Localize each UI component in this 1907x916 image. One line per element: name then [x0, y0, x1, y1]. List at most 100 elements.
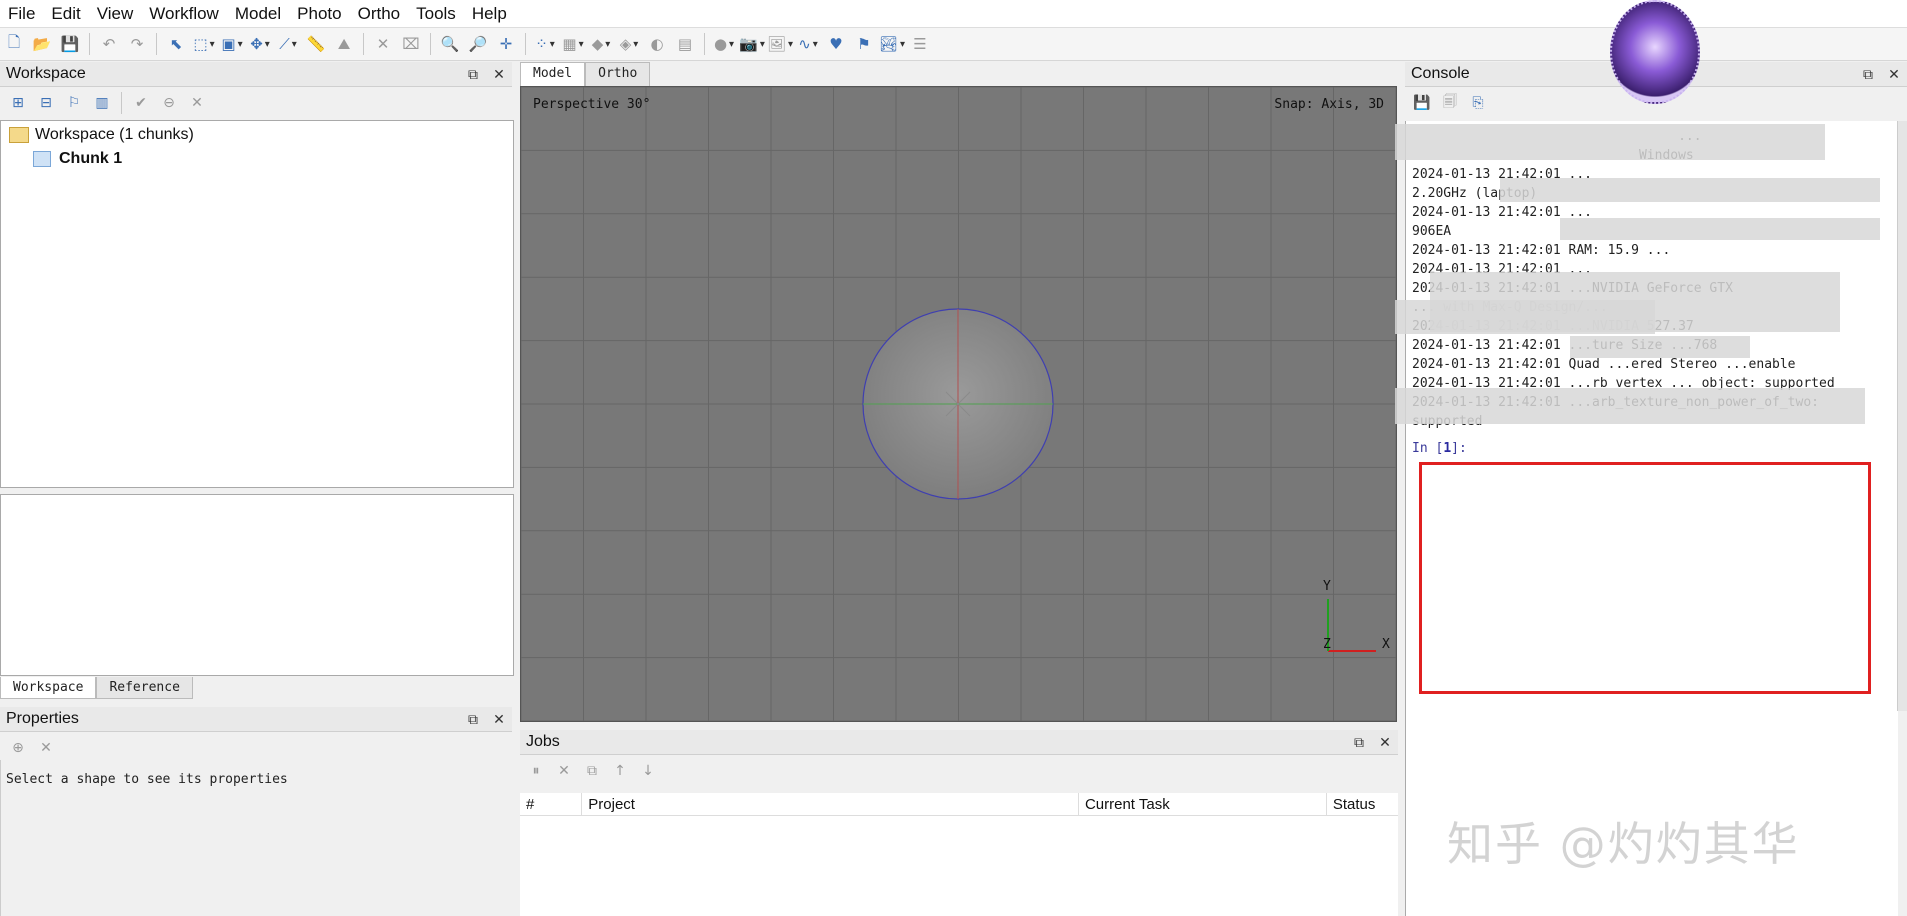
close-icon[interactable]: ✕ [1372, 734, 1398, 751]
save-log-icon[interactable]: 💾 [1411, 92, 1433, 114]
col-status[interactable]: Status [1327, 793, 1398, 815]
menu-model[interactable]: Model [227, 4, 289, 24]
properties-message: Select a shape to see its properties [6, 772, 288, 787]
clear-log-icon[interactable]: 🗐 [1439, 92, 1461, 114]
tab-reference[interactable]: Reference [96, 677, 193, 699]
texture-icon[interactable]: ◐ [646, 33, 668, 55]
pan-icon[interactable]: ✛ [495, 33, 517, 55]
tab-workspace[interactable]: Workspace [0, 677, 97, 699]
move-up-icon[interactable]: ↑ [609, 760, 631, 782]
image-icon[interactable]: 🏞 [879, 33, 903, 55]
float-icon[interactable]: ⧉ [1346, 734, 1372, 751]
shapes-icon[interactable]: ∿ [797, 33, 819, 55]
menu-view[interactable]: View [89, 4, 142, 24]
axis-y-label: Y [1323, 579, 1331, 594]
menu-file[interactable]: File [0, 4, 43, 24]
rectangle-select-icon[interactable]: ⬚ [193, 33, 215, 55]
move-icon[interactable]: ✥ [249, 33, 271, 55]
console-scrollbar[interactable] [1897, 121, 1907, 711]
dem-icon[interactable]: ▤ [674, 33, 696, 55]
crop-icon[interactable]: ⌧ [400, 33, 422, 55]
copy-icon[interactable]: ⧉ [581, 760, 603, 782]
delete-icon[interactable]: ✕ [372, 33, 394, 55]
toolbar-separator [156, 33, 157, 55]
console-prompt[interactable]: In [1]: [1406, 441, 1898, 456]
redo-icon[interactable]: ↷ [126, 33, 148, 55]
console-line: 2024-01-13 21:42:01 RAM: 15.9 ... [1412, 243, 1671, 258]
workspace-root-item[interactable]: Workspace (1 chunks) [1, 123, 513, 147]
chunk-icon [33, 151, 51, 167]
add-folder-icon[interactable]: ▥ [91, 92, 113, 114]
redaction-blur [1560, 218, 1880, 240]
point-cloud-icon[interactable]: ⁘ [534, 33, 556, 55]
properties-panel-header: Properties ⧉ ✕ [0, 707, 512, 732]
add-property-icon[interactable]: ⊕ [7, 737, 29, 759]
mesh-icon[interactable]: ◆ [590, 33, 612, 55]
cancel-icon[interactable]: ✕ [553, 760, 575, 782]
perspective-label: Perspective 30° [533, 97, 651, 112]
menu-workflow[interactable]: Workflow [141, 4, 227, 24]
select-cursor-icon[interactable]: ⬉ [165, 33, 187, 55]
menu-edit[interactable]: Edit [43, 4, 88, 24]
sphere-icon[interactable]: ● [713, 33, 735, 55]
col-current-task[interactable]: Current Task [1079, 793, 1327, 815]
toolbar-separator [525, 33, 526, 55]
redaction-blur [1500, 178, 1880, 202]
zoom-out-icon[interactable]: 🔎 [467, 33, 489, 55]
disable-icon[interactable]: ⊖ [158, 92, 180, 114]
col-project[interactable]: Project [582, 793, 1079, 815]
viewport-canvas [521, 87, 1396, 721]
menu-photo[interactable]: Photo [289, 4, 349, 24]
add-photos-icon[interactable]: ⊟ [35, 92, 57, 114]
markers-icon[interactable]: ♥ [825, 33, 847, 55]
float-icon[interactable]: ⧉ [460, 711, 486, 728]
close-icon[interactable]: ✕ [486, 711, 512, 728]
remove-icon[interactable]: ✕ [186, 92, 208, 114]
new-file-icon[interactable]: 🗋 [3, 33, 25, 55]
highlight-box [1419, 462, 1871, 694]
tab-model[interactable]: Model [520, 62, 586, 86]
float-icon[interactable]: ⧉ [460, 66, 486, 83]
tab-ortho[interactable]: Ortho [585, 62, 651, 86]
undo-icon[interactable]: ↶ [98, 33, 120, 55]
dense-cloud-icon[interactable]: ▦ [562, 33, 584, 55]
axis-x-label: X [1382, 637, 1390, 652]
tiled-model-icon[interactable]: ◈ [618, 33, 640, 55]
toolbar-separator [704, 33, 705, 55]
enable-icon[interactable]: ✔ [130, 92, 152, 114]
ruler-icon[interactable]: 📏 [305, 33, 327, 55]
model-viewport[interactable]: Perspective 30° Snap: Axis, 3D Y Z X [520, 86, 1397, 722]
move-down-icon[interactable]: ↓ [637, 760, 659, 782]
menu-tools[interactable]: Tools [408, 4, 464, 24]
chunk-item[interactable]: Chunk 1 [1, 147, 513, 171]
jobs-toolbar: ⏸ ✕ ⧉ ↑ ↓ [522, 760, 662, 782]
remove-property-icon[interactable]: ✕ [35, 737, 57, 759]
run-script-icon[interactable]: ⎘ [1467, 92, 1489, 114]
col-number[interactable]: # [520, 793, 583, 815]
flag-icon[interactable]: ⚑ [853, 33, 875, 55]
toolbar-separator [430, 33, 431, 55]
properties-toolbar: ⊕ ✕ [4, 737, 60, 759]
add-chunk-icon[interactable]: ⊞ [7, 92, 29, 114]
workspace-root-label: Workspace (1 chunks) [35, 126, 194, 143]
profile-icon[interactable]: ⛰ [333, 33, 355, 55]
console-toolbar: 💾 🗐 ⎘ [1408, 92, 1492, 114]
stack-icon[interactable]: ☰ [909, 33, 931, 55]
close-icon[interactable]: ✕ [1881, 66, 1907, 83]
add-markers-icon[interactable]: ⚐ [63, 92, 85, 114]
region-icon[interactable]: ▣ [221, 33, 243, 55]
close-icon[interactable]: ✕ [486, 66, 512, 83]
watermark: 知乎 @灼灼其华 [1447, 817, 1800, 871]
camera-icon[interactable]: 📷 [739, 33, 763, 55]
pause-icon[interactable]: ⏸ [525, 760, 547, 782]
save-icon[interactable]: 💾 [59, 33, 81, 55]
open-folder-icon[interactable]: 📂 [31, 33, 53, 55]
show-images-icon[interactable]: 🖼 [767, 33, 791, 55]
menu-help[interactable]: Help [464, 4, 515, 24]
prompt-number: 1 [1443, 441, 1452, 456]
float-icon[interactable]: ⧉ [1855, 66, 1881, 83]
workspace-tabs: Workspace Reference [0, 677, 193, 699]
navigation-icon[interactable]: ⟋ [277, 33, 299, 55]
zoom-in-icon[interactable]: 🔍 [439, 33, 461, 55]
menu-ortho[interactable]: Ortho [350, 4, 409, 24]
